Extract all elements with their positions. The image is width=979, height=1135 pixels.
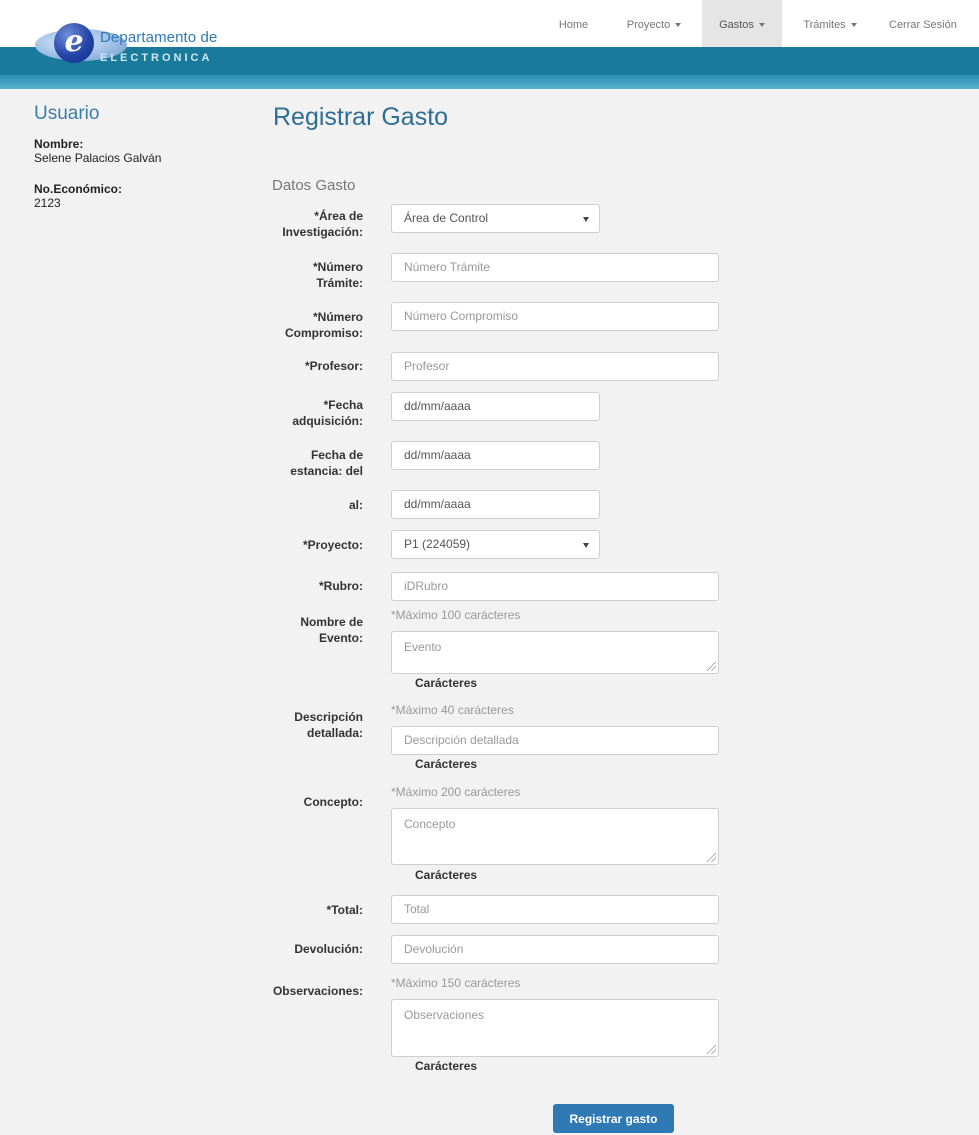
profesor-placeholder: Profesor <box>404 359 450 373</box>
name-label: Nombre: <box>34 137 84 151</box>
numero-compromiso-placeholder: Número Compromiso <box>404 309 519 323</box>
fecha-estancia-del-label: Fecha de estancia: del <box>290 448 363 478</box>
observaciones-textarea[interactable]: Observaciones <box>391 999 719 1057</box>
fecha-estancia-del-input[interactable]: dd/mm/aaaa <box>391 441 600 470</box>
total-placeholder: Total <box>404 902 430 916</box>
econ-label: No.Económico: <box>34 182 123 196</box>
fecha-estancia-al-label: al: <box>348 498 363 512</box>
devolucion-input[interactable]: Devolución <box>391 935 719 964</box>
resize-grip-icon[interactable] <box>707 1045 716 1054</box>
concepto-label: Concepto: <box>303 795 363 809</box>
area-select[interactable]: Área de Control <box>391 204 600 233</box>
rubro-placeholder: iDRubro <box>404 579 449 593</box>
nav-gastos[interactable]: Gastos <box>702 0 782 47</box>
fecha-adquisicion-label: *Fecha adquisición: <box>292 398 363 428</box>
area-label: *Área de Investigación: <box>282 209 363 239</box>
logo-electronica-text: ELECTRONICA <box>100 52 213 64</box>
devolucion-label: Devolución: <box>294 942 363 956</box>
descripcion-hint: *Máximo 40 carácteres <box>391 703 514 717</box>
numero-compromiso-input[interactable]: Número Compromiso <box>391 302 719 331</box>
logo-e-icon: e <box>54 23 94 63</box>
profesor-label: *Profesor: <box>304 359 363 373</box>
concepto-textarea[interactable]: Concepto <box>391 808 719 865</box>
nav-tramites-label: Trámites <box>803 19 846 31</box>
chevron-down-icon <box>583 217 589 222</box>
nav-tramites[interactable]: Trámites <box>790 0 870 47</box>
total-input[interactable]: Total <box>391 895 719 924</box>
chevron-down-icon <box>675 23 682 28</box>
section-title: Datos Gasto <box>272 177 356 194</box>
evento-hint: *Máximo 100 carácteres <box>391 608 521 622</box>
numero-tramite-input[interactable]: Número Trámite <box>391 253 719 282</box>
rubro-label: *Rubro: <box>319 579 363 593</box>
fecha-estancia-al-input[interactable]: dd/mm/aaaa <box>391 490 600 519</box>
observaciones-placeholder: Observaciones <box>404 1008 485 1022</box>
header-strip <box>0 75 979 89</box>
fecha-adquisicion-input[interactable]: dd/mm/aaaa <box>391 392 600 421</box>
proyecto-select-value: P1 (224059) <box>404 537 471 551</box>
descripcion-label: Descripción detallada: <box>294 710 363 740</box>
observaciones-label: Observaciones: <box>272 984 363 998</box>
evento-placeholder: Evento <box>404 640 442 654</box>
evento-textarea[interactable]: Evento <box>391 631 719 674</box>
logo-department-text: Departamento de <box>100 29 218 46</box>
evento-counter: Carácteres <box>415 676 478 690</box>
numero-tramite-placeholder: Número Trámite <box>404 260 491 274</box>
descripcion-input[interactable]: Descripción detallada <box>391 726 719 755</box>
chevron-down-icon <box>850 23 857 28</box>
chevron-down-icon <box>758 23 765 28</box>
concepto-hint: *Máximo 200 carácteres <box>391 785 521 799</box>
nav-home-label: Home <box>558 19 589 31</box>
observaciones-hint: *Máximo 150 carácteres <box>391 976 521 990</box>
econ-value: 2123 <box>34 196 61 210</box>
name-value: Selene Palacios Galván <box>34 151 162 165</box>
fecha-estancia-del-value: dd/mm/aaaa <box>404 448 471 462</box>
nav-proyecto-label: Proyecto <box>626 19 671 31</box>
evento-label: Nombre de Evento: <box>300 615 363 645</box>
fecha-adquisicion-value: dd/mm/aaaa <box>404 399 471 413</box>
area-select-value: Área de Control <box>404 211 489 225</box>
nav-cerrar-sesion[interactable]: Cerrar Sesión <box>889 0 979 47</box>
nav-gastos-label: Gastos <box>719 19 754 31</box>
descripcion-placeholder: Descripción detallada <box>404 733 519 747</box>
chevron-down-icon <box>583 543 589 548</box>
nav-cerrar-sesion-label: Cerrar Sesión <box>889 19 957 31</box>
sidebar-title: Usuario <box>34 103 100 124</box>
concepto-counter: Carácteres <box>415 868 478 882</box>
proyecto-select[interactable]: P1 (224059) <box>391 530 600 559</box>
numero-tramite-label: *Número Trámite: <box>312 260 363 290</box>
total-label: *Total: <box>326 903 363 917</box>
resize-grip-icon[interactable] <box>707 662 716 671</box>
nav-proyecto[interactable]: Proyecto <box>614 0 694 47</box>
registrar-gasto-button[interactable]: Registrar gasto <box>553 1104 674 1133</box>
page-title: Registrar Gasto <box>273 103 449 131</box>
resize-grip-icon[interactable] <box>707 853 716 862</box>
proyecto-label: *Proyecto: <box>302 538 363 552</box>
fecha-estancia-al-value: dd/mm/aaaa <box>404 497 471 511</box>
numero-compromiso-label: *Número Compromiso: <box>285 310 363 340</box>
concepto-placeholder: Concepto <box>404 817 456 831</box>
profesor-input[interactable]: Profesor <box>391 352 719 381</box>
observaciones-counter: Carácteres <box>415 1059 478 1073</box>
descripcion-counter: Carácteres <box>415 757 478 771</box>
nav-home[interactable]: Home <box>551 0 596 47</box>
rubro-input[interactable]: iDRubro <box>391 572 719 601</box>
devolucion-placeholder: Devolución <box>404 942 464 956</box>
